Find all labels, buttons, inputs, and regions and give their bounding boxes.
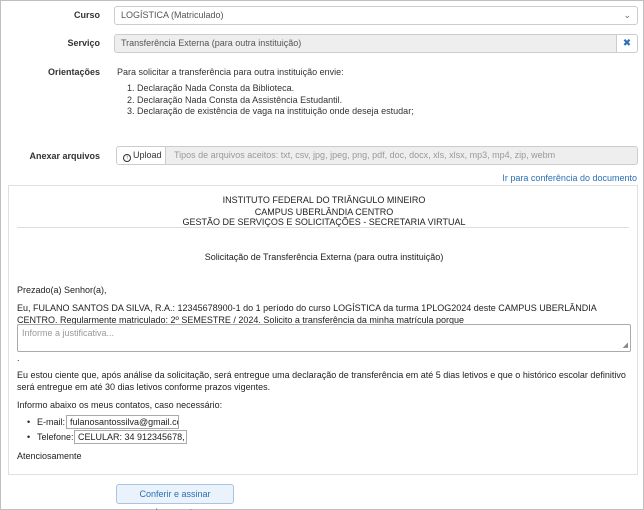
orientacoes-label: Orientações — [47, 67, 100, 77]
telefone-label: Telefone: — [37, 432, 74, 442]
justificativa-textarea[interactable]: Informe a justificativa... ◢ — [17, 324, 631, 352]
list-item: 1. Declaração Nada Consta da Biblioteca. — [127, 83, 295, 93]
doc-greeting: Prezado(a) Senhor(a), — [17, 285, 107, 295]
upload-button[interactable]: ↑ Upload — [116, 146, 166, 165]
servico-label: Serviço — [67, 38, 100, 48]
resize-handle-icon[interactable]: ◢ — [623, 341, 628, 349]
email-label: E-mail: — [37, 417, 66, 427]
curso-select[interactable]: LOGÍSTICA (Matriculado) ⌄ — [114, 6, 638, 25]
doc-period: . — [17, 353, 20, 363]
bullet-icon: • — [27, 417, 31, 427]
justificativa-placeholder: Informe a justificativa... — [22, 328, 115, 338]
doc-paragraph-1: Eu, FULANO SANTOS DA SILVA, R.A.: 123456… — [17, 303, 597, 325]
doc-divider — [17, 227, 629, 228]
telefone-field[interactable]: CELULAR: 34 912345678, WH — [74, 430, 187, 444]
servico-field: Transferência Externa (para outra instit… — [114, 34, 617, 53]
orientacoes-intro: Para solicitar a transferência para outr… — [117, 67, 344, 77]
doc-header-institution: INSTITUTO FEDERAL DO TRIÂNGULO MINEIRO — [222, 195, 426, 205]
conferencia-link[interactable]: Ir para conferência do documento — [502, 173, 637, 183]
doc-header-department: GESTÃO DE SERVIÇOS E SOLICITAÇÕES - SECR… — [182, 217, 466, 227]
list-item: 3. Declaração de existência de vaga na i… — [127, 106, 414, 116]
doc-contacts-intro: Informo abaixo os meus contatos, caso ne… — [17, 400, 223, 410]
email-field[interactable]: fulanosantossilva@gmail.com — [66, 415, 179, 429]
orientacoes-list: 1. Declaração Nada Consta da Biblioteca.… — [127, 83, 414, 118]
upload-label: Upload — [133, 150, 162, 160]
list-item: 2. Declaração Nada Consta da Assistência… — [127, 94, 343, 105]
curso-label: Curso — [73, 10, 100, 20]
chevron-down-icon: ⌄ — [623, 10, 631, 20]
doc-title: Solicitação de Transferência Externa (pa… — [204, 252, 444, 262]
doc-header-campus: CAMPUS UBERLÂNDIA CENTRO — [254, 207, 394, 217]
anexar-label: Anexar arquivos — [29, 151, 100, 161]
bullet-icon: • — [27, 432, 31, 442]
document-preview: INSTITUTO FEDERAL DO TRIÂNGULO MINEIRO C… — [8, 185, 638, 475]
doc-paragraph-2: Eu estou ciente que, após análise da sol… — [17, 370, 626, 392]
doc-closing: Atenciosamente — [17, 451, 82, 461]
clear-icon[interactable]: ✖ — [616, 34, 638, 53]
upload-icon: ↑ — [123, 154, 131, 162]
sign-document-button[interactable]: Conferir e assinar documento — [116, 484, 234, 510]
file-types-field: Tipos de arquivos aceitos: txt, csv, jpg… — [165, 146, 638, 165]
curso-selected-value: LOGÍSTICA (Matriculado) — [121, 10, 224, 20]
